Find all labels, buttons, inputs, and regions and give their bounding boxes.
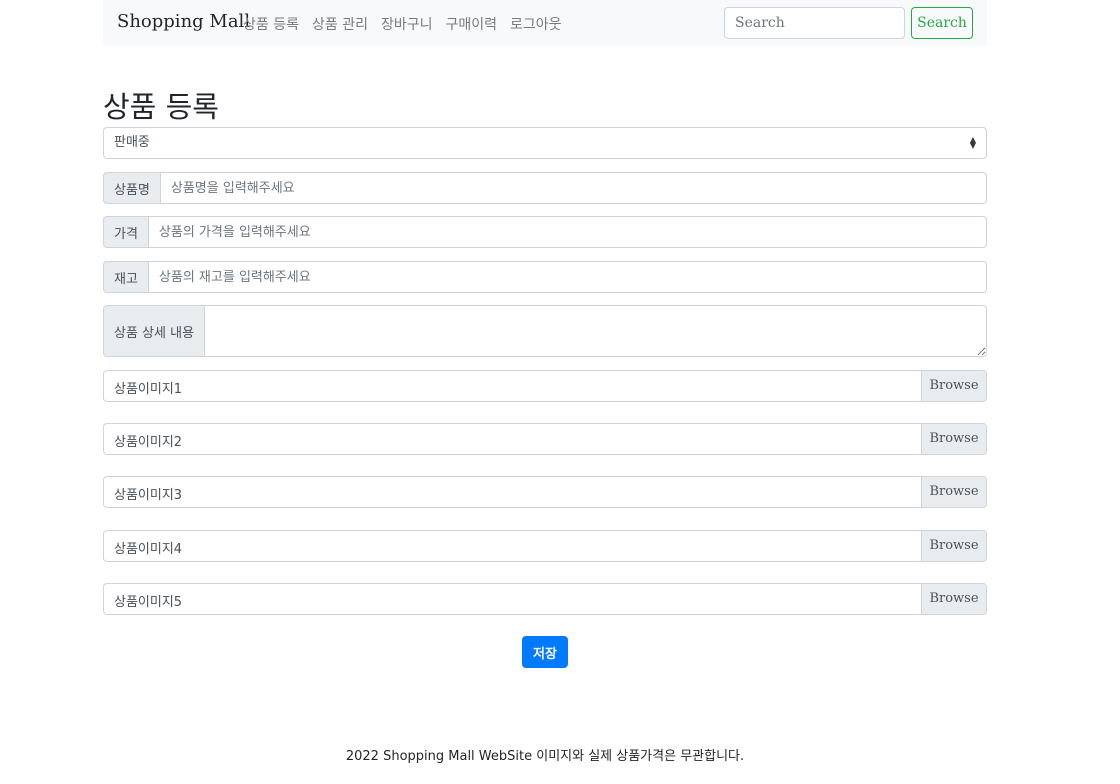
nav-link-product-manage[interactable]: 상품 관리 — [312, 14, 368, 34]
nav-link-logout[interactable]: 로그아웃 — [510, 14, 562, 34]
stock-input[interactable] — [148, 261, 987, 293]
page-title: 상품 등록 — [103, 90, 219, 124]
navbar: Shopping Mall 상품 등록 상품 관리 장바구니 구매이력 로그아웃… — [103, 0, 987, 46]
image-file-label-4: 상품이미지4 — [114, 542, 183, 557]
nav-link-cart[interactable]: 장바구니 — [381, 14, 433, 34]
image-file-label-2: 상품이미지2 — [114, 435, 183, 450]
detail-label: 상품 상세 내용 — [103, 305, 206, 357]
price-label: 가격 — [103, 216, 149, 248]
image-file-label-5: 상품이미지5 — [114, 595, 183, 610]
nav-link-purchase-history[interactable]: 구매이력 — [446, 14, 498, 34]
nav-link-product-register[interactable]: 상품 등록 — [243, 14, 299, 34]
stock-label: 재고 — [103, 261, 149, 293]
price-input[interactable] — [148, 216, 987, 248]
brand-link[interactable]: Shopping Mall — [117, 11, 250, 32]
browse-button-5[interactable]: Browse — [921, 584, 986, 614]
nav-links: 상품 등록 상품 관리 장바구니 구매이력 로그아웃 — [243, 14, 575, 34]
product-name-input[interactable] — [160, 172, 987, 204]
product-name-group: 상품명 — [103, 172, 987, 204]
image-file-input-3[interactable]: 상품이미지3 Browse — [103, 476, 987, 508]
price-group: 가격 — [103, 216, 987, 248]
image-file-input-2[interactable]: 상품이미지2 Browse — [103, 423, 987, 455]
image-file-label-1: 상품이미지1 — [114, 382, 183, 397]
status-select[interactable]: 판매중 ▲ ▼ — [103, 127, 987, 159]
footer-text: 2022 Shopping Mall WebSite 이미지와 실제 상품가격은… — [345, 749, 745, 764]
stock-group: 재고 — [103, 261, 987, 293]
image-file-input-1[interactable]: 상품이미지1 Browse — [103, 370, 987, 402]
save-button[interactable]: 저장 — [522, 636, 568, 668]
select-arrows-icon: ▲ ▼ — [969, 135, 976, 150]
image-file-input-4[interactable]: 상품이미지4 Browse — [103, 530, 987, 562]
status-select-value: 판매중 — [114, 135, 150, 150]
product-name-label: 상품명 — [103, 172, 161, 204]
search-button[interactable]: Search — [911, 7, 973, 39]
detail-textarea[interactable] — [205, 305, 987, 357]
image-file-input-5[interactable]: 상품이미지5 Browse — [103, 583, 987, 615]
browse-button-3[interactable]: Browse — [921, 477, 986, 507]
browse-button-1[interactable]: Browse — [921, 371, 986, 401]
detail-group: 상품 상세 내용 — [103, 305, 987, 357]
image-file-label-3: 상품이미지3 — [114, 488, 183, 503]
browse-button-2[interactable]: Browse — [921, 424, 986, 454]
search-input[interactable] — [724, 7, 905, 39]
browse-button-4[interactable]: Browse — [921, 531, 986, 561]
